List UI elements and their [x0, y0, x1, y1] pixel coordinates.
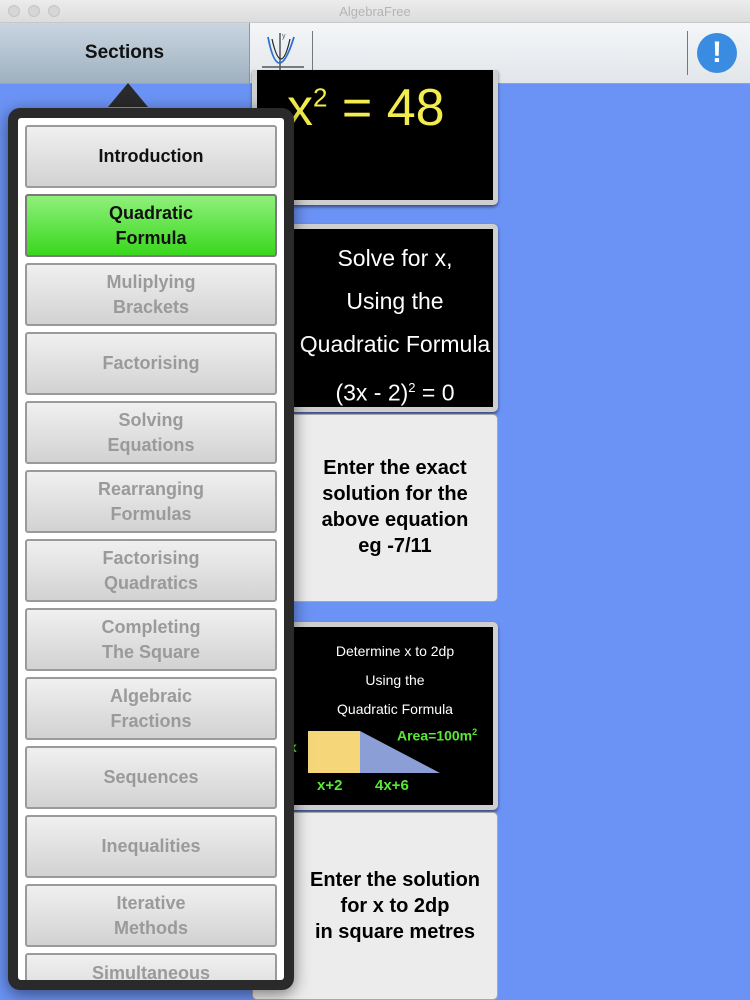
base-label: 4x+6: [375, 777, 409, 794]
answer-prompt-text: Enter the exact solution for the above e…: [321, 457, 469, 557]
section-completing-the-square[interactable]: Completing The Square: [25, 608, 277, 671]
section-inequalities[interactable]: Inequalities: [25, 815, 277, 878]
popover-arrow: [108, 83, 148, 107]
section-quadratic-formula[interactable]: Quadratic Formula: [25, 194, 277, 257]
sections-button[interactable]: Sections: [0, 23, 250, 83]
equation-text: x2 = 48: [287, 79, 445, 137]
section-introduction[interactable]: Introduction: [25, 125, 277, 188]
window-title: AlgebraFree: [339, 4, 411, 19]
answer-prompt-text: Enter the solution for x to 2dp in squar…: [310, 869, 480, 943]
section-solving-equations[interactable]: Solving Equations: [25, 401, 277, 464]
section-factorising-quadratics[interactable]: Factorising Quadratics: [25, 539, 277, 602]
section-sequences[interactable]: Sequences: [25, 746, 277, 809]
svg-text:y: y: [282, 33, 286, 40]
section-iterative-methods[interactable]: Iterative Methods: [25, 884, 277, 947]
info-button[interactable]: !: [697, 33, 737, 73]
area-label: Area=100m2: [397, 727, 478, 744]
sections-list[interactable]: Introduction Quadratic Formula Muliplyin…: [18, 118, 284, 980]
section-simultaneous[interactable]: Simultaneous: [25, 953, 277, 980]
toolbar-separator: [312, 31, 313, 75]
section-multiplying-brackets[interactable]: Muliplying Brackets: [25, 263, 277, 326]
rectangle-shape: [308, 731, 360, 773]
section-factorising[interactable]: Factorising: [25, 332, 277, 395]
sections-popover: Introduction Quadratic Formula Muliplyin…: [8, 108, 294, 990]
section-rearranging-formulas[interactable]: Rearranging Formulas: [25, 470, 277, 533]
question-text: Solve for x, Using the Quadratic Formula…: [299, 245, 491, 406]
question-text: Determine x to 2dp Using the Quadratic F…: [335, 643, 455, 717]
toolbar-separator: [687, 31, 688, 75]
width-label: x+2: [317, 777, 343, 794]
section-algebraic-fractions[interactable]: Algebraic Fractions: [25, 677, 277, 740]
window-titlebar: AlgebraFree: [0, 0, 750, 23]
